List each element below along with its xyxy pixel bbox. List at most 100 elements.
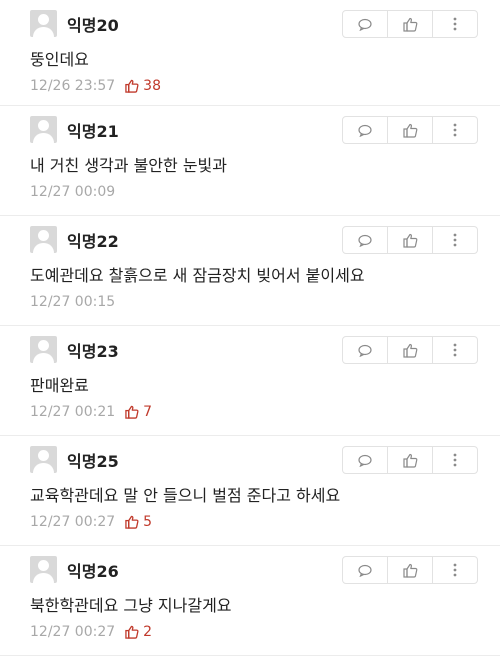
like-count-value: 2 xyxy=(143,624,153,640)
avatar-head xyxy=(38,14,49,25)
more-button[interactable] xyxy=(433,337,477,363)
avatar-head xyxy=(38,230,49,241)
comment-author: 익명25 xyxy=(67,452,119,471)
avatar-body xyxy=(33,27,54,37)
avatar xyxy=(30,336,57,363)
thumbs-up-icon xyxy=(125,405,139,419)
comment-text: 북한학관데요 그냥 지나갈게요 xyxy=(30,596,232,615)
avatar-body xyxy=(33,353,54,363)
avatar xyxy=(30,226,57,253)
comment-time: 12/27 00:21 xyxy=(30,404,116,420)
like-button[interactable] xyxy=(388,337,433,363)
comment-meta: 12/27 00:27 2 xyxy=(30,624,152,640)
more-vertical-icon xyxy=(453,17,457,31)
thumbs-up-icon xyxy=(402,233,417,248)
more-button[interactable] xyxy=(433,11,477,37)
comment-author: 익명23 xyxy=(67,342,119,361)
avatar xyxy=(30,10,57,37)
speech-bubble-icon xyxy=(358,18,372,31)
thumbs-up-icon xyxy=(125,625,139,639)
comment-actions xyxy=(342,556,478,584)
comment-item: 익명23 판매완료 12/27 00:21 7 xyxy=(0,326,500,436)
reply-button[interactable] xyxy=(343,447,388,473)
thumbs-up-icon xyxy=(402,17,417,32)
like-button[interactable] xyxy=(388,557,433,583)
comment-item: 익명26 북한학관데요 그냥 지나갈게요 12/27 00:27 2 xyxy=(0,546,500,656)
thumbs-up-icon xyxy=(402,453,417,468)
comment-time: 12/27 00:09 xyxy=(30,184,116,200)
avatar xyxy=(30,446,57,473)
more-button[interactable] xyxy=(433,227,477,253)
avatar-body xyxy=(33,573,54,583)
comment-text: 판매완료 xyxy=(30,376,89,395)
like-button[interactable] xyxy=(388,11,433,37)
comment-actions xyxy=(342,446,478,474)
comment-list: 익명20 뚱인데요 12/26 23:57 38 익명21 내 거친 생각과 불… xyxy=(0,0,500,656)
more-vertical-icon xyxy=(453,123,457,137)
more-button[interactable] xyxy=(433,557,477,583)
comment-text: 뚱인데요 xyxy=(30,50,89,69)
avatar-body xyxy=(33,463,54,473)
comment-meta: 12/27 00:15 xyxy=(30,294,115,310)
comment-meta: 12/26 23:57 38 xyxy=(30,78,161,94)
avatar-head xyxy=(38,340,49,351)
thumbs-up-icon xyxy=(125,79,139,93)
comment-actions xyxy=(342,10,478,38)
thumbs-up-icon xyxy=(402,123,417,138)
comment-time: 12/26 23:57 xyxy=(30,78,116,94)
like-count: 2 xyxy=(125,624,152,640)
like-count-value: 7 xyxy=(143,404,153,420)
thumbs-up-icon xyxy=(125,515,139,529)
avatar-head xyxy=(38,120,49,131)
speech-bubble-icon xyxy=(358,234,372,247)
comment-item: 익명21 내 거친 생각과 불안한 눈빛과 12/27 00:09 xyxy=(0,106,500,216)
thumbs-up-icon xyxy=(402,343,417,358)
more-vertical-icon xyxy=(453,233,457,247)
avatar-body xyxy=(33,133,54,143)
avatar xyxy=(30,116,57,143)
reply-button[interactable] xyxy=(343,11,388,37)
comment-meta: 12/27 00:21 7 xyxy=(30,404,152,420)
comment-author: 익명26 xyxy=(67,562,119,581)
like-count-value: 38 xyxy=(143,78,161,94)
reply-button[interactable] xyxy=(343,337,388,363)
more-vertical-icon xyxy=(453,563,457,577)
comment-text: 교육학관데요 말 안 들으니 벌점 준다고 하세요 xyxy=(30,486,341,505)
comment-author: 익명20 xyxy=(67,16,119,35)
comment-meta: 12/27 00:27 5 xyxy=(30,514,152,530)
reply-button[interactable] xyxy=(343,227,388,253)
more-vertical-icon xyxy=(453,453,457,467)
like-button[interactable] xyxy=(388,117,433,143)
avatar-head xyxy=(38,450,49,461)
like-button[interactable] xyxy=(388,447,433,473)
avatar-body xyxy=(33,243,54,253)
like-count: 38 xyxy=(125,78,161,94)
like-count: 7 xyxy=(125,404,152,420)
more-vertical-icon xyxy=(453,343,457,357)
reply-button[interactable] xyxy=(343,117,388,143)
comment-text: 도예관데요 찰흙으로 새 잠금장치 빚어서 붙이세요 xyxy=(30,266,365,285)
speech-bubble-icon xyxy=(358,564,372,577)
comment-actions xyxy=(342,116,478,144)
comment-time: 12/27 00:15 xyxy=(30,294,116,310)
like-count: 5 xyxy=(125,514,152,530)
avatar xyxy=(30,556,57,583)
more-button[interactable] xyxy=(433,447,477,473)
more-button[interactable] xyxy=(433,117,477,143)
comment-item: 익명25 교육학관데요 말 안 들으니 벌점 준다고 하세요 12/27 00:… xyxy=(0,436,500,546)
like-count-value: 5 xyxy=(143,514,153,530)
comment-time: 12/27 00:27 xyxy=(30,624,116,640)
comment-text: 내 거친 생각과 불안한 눈빛과 xyxy=(30,156,227,175)
comment-item: 익명22 도예관데요 찰흙으로 새 잠금장치 빚어서 붙이세요 12/27 00… xyxy=(0,216,500,326)
speech-bubble-icon xyxy=(358,454,372,467)
speech-bubble-icon xyxy=(358,124,372,137)
like-button[interactable] xyxy=(388,227,433,253)
thumbs-up-icon xyxy=(402,563,417,578)
reply-button[interactable] xyxy=(343,557,388,583)
comment-meta: 12/27 00:09 xyxy=(30,184,115,200)
comment-time: 12/27 00:27 xyxy=(30,514,116,530)
speech-bubble-icon xyxy=(358,344,372,357)
avatar-head xyxy=(38,560,49,571)
comment-actions xyxy=(342,226,478,254)
comment-actions xyxy=(342,336,478,364)
